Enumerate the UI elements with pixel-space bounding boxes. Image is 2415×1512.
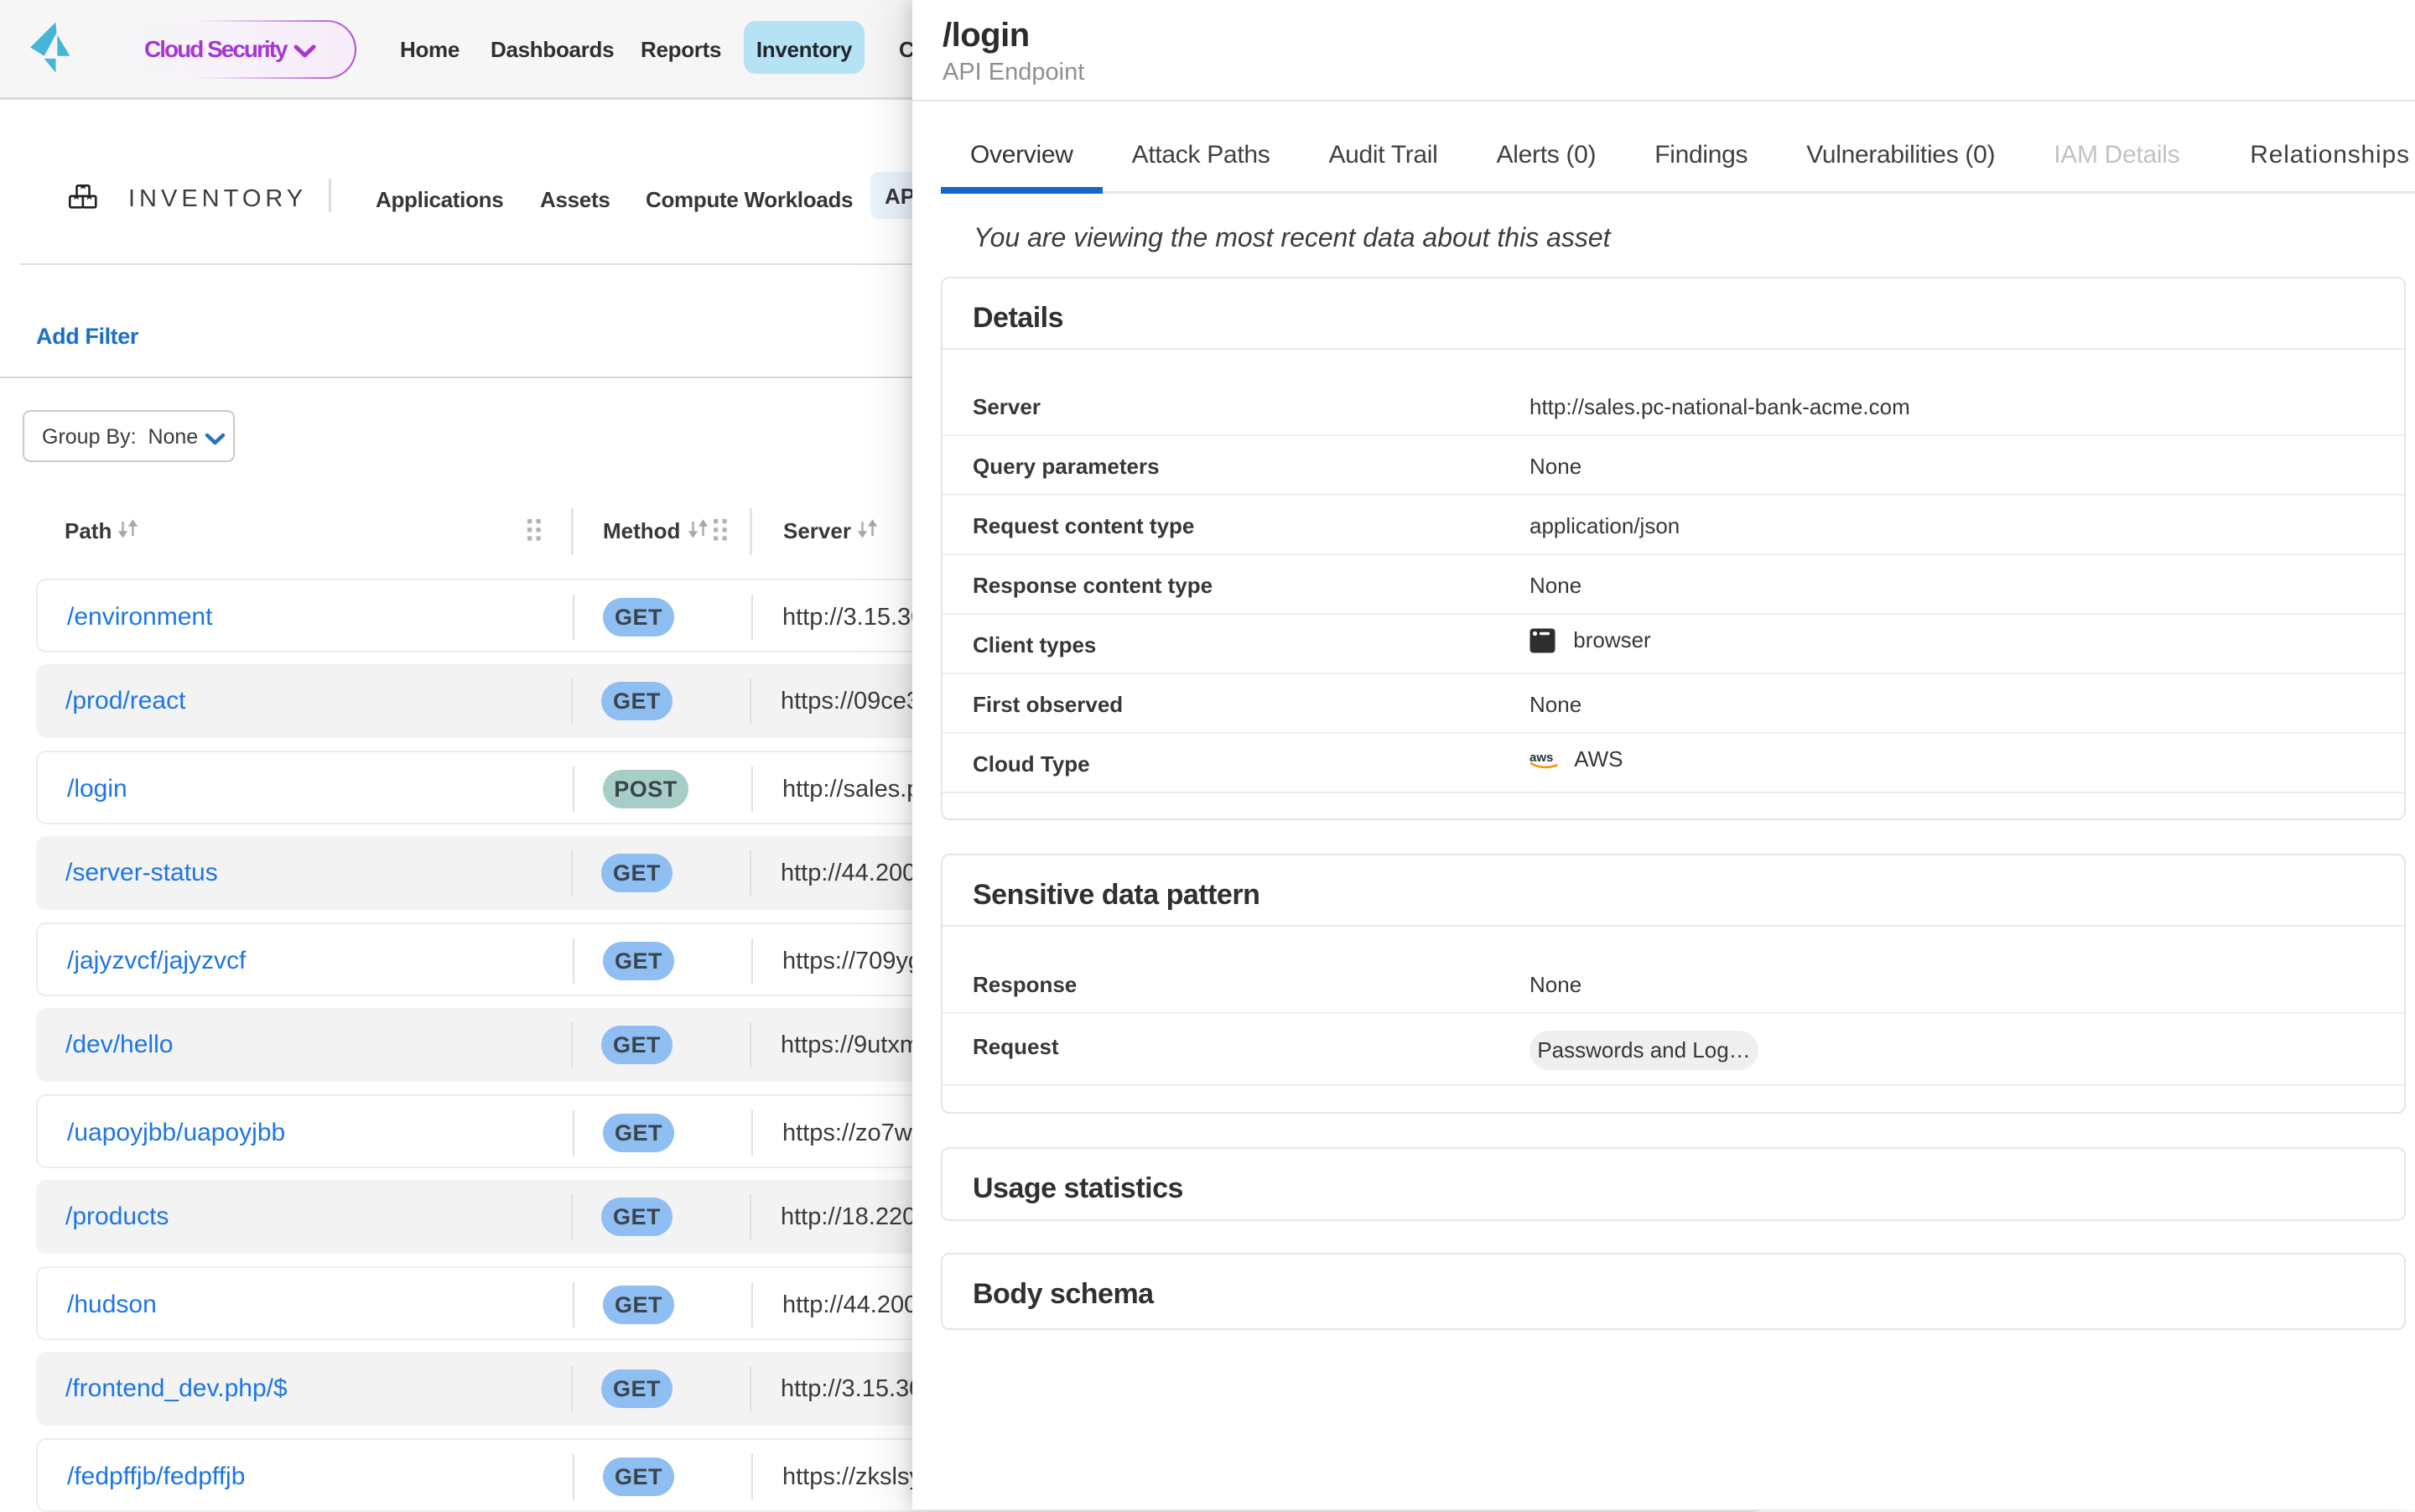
svg-text:aws: aws: [1530, 751, 1553, 765]
